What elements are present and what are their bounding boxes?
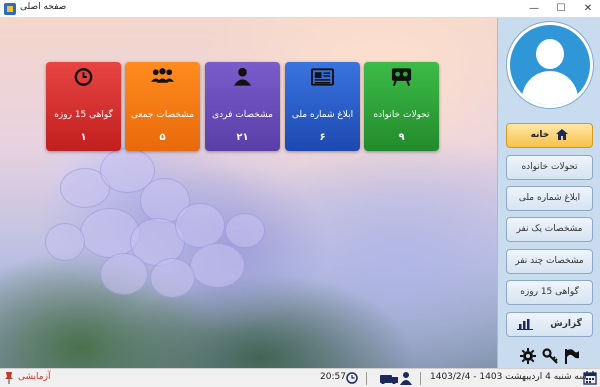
minimize-button[interactable]: — — [522, 0, 546, 18]
nav-label: گواهی 15 روزه — [520, 287, 579, 297]
close-button[interactable]: ✕ — [576, 0, 600, 18]
nav-label: مشخصات یک نفر — [516, 224, 583, 234]
nav-label: مشخصات چند نفر — [515, 256, 584, 266]
person-icon — [233, 67, 252, 86]
user-avatar-icon[interactable] — [507, 22, 593, 108]
tile-label: گواهی 15 روزه — [54, 110, 113, 120]
clock-icon — [74, 68, 93, 86]
user-icon — [400, 372, 412, 385]
home-icon — [556, 129, 569, 140]
nav-family-changes[interactable]: تحولات خانواده — [506, 155, 593, 180]
maximize-button[interactable]: ☐ — [549, 0, 573, 18]
tile-count: ٩ — [398, 132, 405, 143]
nav-single-person-details[interactable]: مشخصات یک نفر — [506, 217, 593, 242]
nav-label: ابلاغ شماره ملی — [518, 193, 581, 203]
tile-label: مشخصات فردی — [212, 110, 273, 120]
key-icon[interactable] — [542, 348, 558, 364]
status-bar: آزمایشی 20:57 سه شنبه 4 اردیبهشت 1403 - … — [0, 368, 600, 387]
window-title: صفحه اصلی — [20, 2, 67, 12]
tile-count: ۵ — [159, 132, 166, 143]
nav-home[interactable]: خانه — [506, 123, 593, 148]
newspaper-icon — [311, 68, 334, 86]
tile-label: ابلاغ شماره ملی — [291, 110, 354, 120]
family-board-icon — [391, 68, 412, 86]
separator — [366, 372, 367, 385]
tile-label: مشخصات جمعی — [130, 110, 195, 120]
nav-15-day-certificate[interactable]: گواهی 15 روزه — [506, 280, 593, 305]
sidebar: خانه تحولات خانواده ابلاغ شماره ملی مشخص… — [497, 18, 600, 368]
chart-icon — [517, 318, 534, 330]
tile-15-day-certificate[interactable]: گواهی 15 روزه ١ — [46, 62, 121, 151]
nav-multi-person-details[interactable]: مشخصات چند نفر — [506, 249, 593, 274]
nav-label: تحولات خانواده — [521, 162, 578, 172]
date-label: سه شنبه 4 اردیبهشت 1403 - 1403/2/4 — [430, 372, 587, 382]
tile-label: تحولات خانواده — [373, 110, 430, 120]
tile-individual-details[interactable]: مشخصات فردی ٢١ — [205, 62, 280, 151]
clock-icon — [346, 372, 358, 384]
main-panel: گواهی 15 روزه ١ مشخصات جمعی ۵ مشخصات فرد… — [0, 18, 497, 368]
mode-label: آزمایشی — [18, 372, 51, 382]
tile-national-id-notice[interactable]: ابلاغ شماره ملی ۶ — [285, 62, 360, 151]
app-icon — [4, 3, 16, 15]
group-icon — [151, 68, 174, 83]
tile-group-details[interactable]: مشخصات جمعی ۵ — [125, 62, 200, 151]
sidebar-tools — [518, 348, 588, 364]
nav-report[interactable]: گزارش — [506, 312, 593, 337]
tile-family-changes[interactable]: تحولات خانواده ٩ — [364, 62, 439, 151]
separator — [420, 372, 421, 385]
title-bar: صفحه اصلی — ☐ ✕ — [0, 0, 600, 18]
tile-count: ۶ — [319, 132, 326, 143]
nav-label: خانه — [530, 130, 550, 140]
pin-icon[interactable] — [4, 372, 14, 384]
settings-icon[interactable] — [520, 348, 536, 364]
nav-national-id-notice[interactable]: ابلاغ شماره ملی — [506, 186, 593, 211]
tile-count: ١ — [80, 132, 87, 143]
clock-time: 20:57 — [320, 372, 346, 382]
flag-icon[interactable] — [564, 348, 580, 364]
connection-icon — [380, 375, 398, 384]
tile-count: ٢١ — [236, 132, 249, 143]
nav-label: گزارش — [550, 319, 582, 329]
calendar-icon[interactable] — [583, 371, 597, 385]
